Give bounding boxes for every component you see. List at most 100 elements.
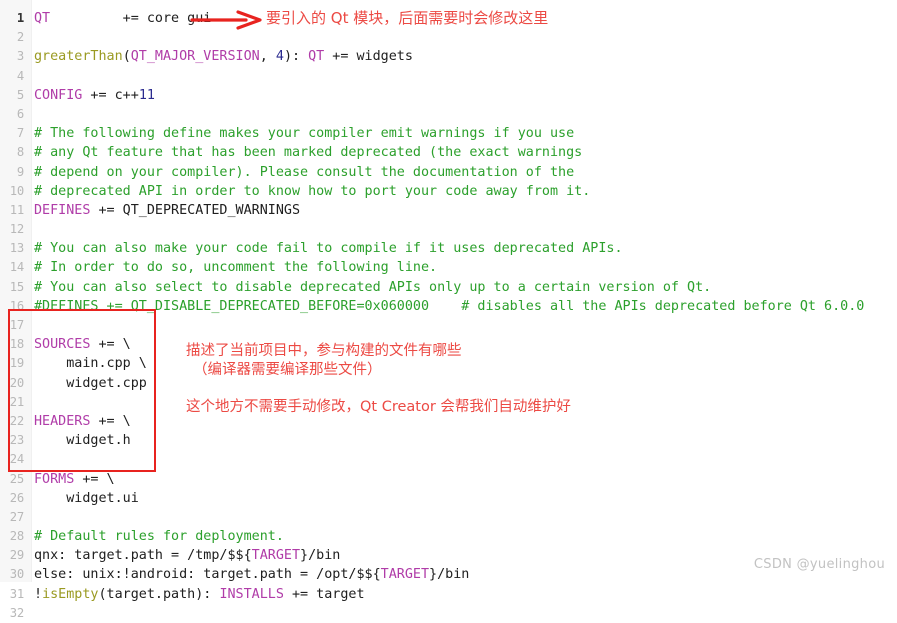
code-token: QT_MAJOR_VERSION [130, 49, 260, 65]
annotation-sources-desc-3: 这个地方不需要手动修改，Qt Creator 会帮我们自动维护好 [186, 399, 571, 415]
code-token: += widgets [324, 49, 413, 65]
code-text[interactable]: widget.cpp [34, 374, 147, 393]
code-text[interactable]: # any Qt feature that has been marked de… [34, 143, 582, 162]
code-text[interactable]: # The following define makes your compil… [34, 124, 574, 143]
code-text[interactable]: !isEmpty(target.path): INSTALLS += targe… [34, 585, 365, 604]
code-text[interactable]: qnx: target.path = /tmp/$${TARGET}/bin [34, 546, 340, 565]
code-line[interactable]: 6 [0, 105, 897, 124]
code-line[interactable]: 16 #DEFINES += QT_DISABLE_DEPRECATED_BEFO… [0, 297, 897, 316]
line-number: 27 [9, 509, 24, 524]
code-text[interactable]: widget.ui [34, 489, 139, 508]
code-line[interactable]: 26 widget.ui [0, 489, 897, 508]
code-token: SOURCES [34, 337, 91, 353]
code-text[interactable]: # Default rules for deployment. [34, 527, 284, 546]
code-line[interactable]: 12 [0, 220, 897, 239]
code-token: QT [34, 11, 51, 26]
line-number: 2 [16, 30, 24, 45]
code-token: # In order to do so, uncomment the follo… [34, 260, 438, 276]
code-line[interactable]: 8 # any Qt feature that has been marked d… [0, 143, 897, 162]
line-number: 14 [9, 260, 24, 275]
code-token: TARGET [251, 548, 301, 564]
line-number: 28 [9, 529, 24, 544]
code-token: # You can also select to disable depreca… [34, 279, 712, 295]
code-text[interactable]: greaterThan(QT_MAJOR_VERSION, 4): QT += … [34, 47, 413, 66]
code-line[interactable]: 3 greaterThan(QT_MAJOR_VERSION, 4): QT +=… [0, 47, 897, 66]
line-number: 25 [9, 471, 24, 486]
code-line[interactable]: 32 [0, 604, 897, 623]
code-text[interactable]: main.cpp \ [34, 354, 147, 373]
code-line[interactable]: 24 [0, 450, 897, 469]
code-token: ! [34, 586, 43, 602]
code-token: (target.path): [98, 586, 220, 602]
code-token: INSTALLS [219, 586, 284, 602]
code-token: # You can also make your code fail to co… [34, 241, 623, 257]
code-line[interactable]: 15 # You can also select to disable depre… [0, 278, 897, 297]
code-line[interactable]: 17 [0, 316, 897, 335]
code-token: # The following define makes your compil… [34, 126, 575, 142]
code-line[interactable]: 28 # Default rules for deployment. [0, 527, 897, 546]
line-number: 29 [9, 548, 24, 563]
code-token: #DEFINES += QT_DISABLE_DEPRECATED_BEFORE… [34, 298, 865, 314]
code-text[interactable]: # In order to do so, uncomment the follo… [34, 258, 437, 277]
line-number: 21 [9, 394, 24, 409]
code-text[interactable]: HEADERS += \ [34, 412, 131, 431]
code-token: widget.ui [34, 490, 139, 506]
code-lines-container[interactable]: 1 QT += core gui 2 3 greaterThan(QT_MAJOR_VE… [0, 9, 897, 623]
code-text[interactable]: # You can also make your code fail to co… [34, 239, 623, 258]
code-token: widget.h [34, 433, 131, 449]
code-text[interactable]: FORMS += \ [34, 470, 115, 489]
line-number: 1 [16, 11, 24, 25]
code-token: }/bin [429, 567, 470, 583]
code-text[interactable]: #DEFINES += QT_DISABLE_DEPRECATED_BEFORE… [34, 297, 864, 316]
code-line[interactable]: 20 widget.cpp [0, 374, 897, 393]
code-text[interactable]: widget.h [34, 431, 131, 450]
csdn-watermark: CSDN @yuelinghou [753, 557, 885, 572]
code-line[interactable]: 27 [0, 508, 897, 527]
line-number: 26 [9, 490, 24, 505]
code-line[interactable]: 7 # The following define makes your compi… [0, 124, 897, 143]
line-number: 7 [16, 126, 24, 141]
code-token: HEADERS [34, 413, 91, 429]
code-line[interactable]: 11 DEFINES += QT_DEPRECATED_WARNINGS [0, 201, 897, 220]
code-text[interactable]: QT += core gui [34, 9, 211, 28]
code-token: # depend on your compiler). Please consu… [34, 164, 575, 180]
code-token: CONFIG [34, 87, 83, 103]
code-editor[interactable]: 1 QT += core gui 2 3 greaterThan(QT_MAJOR_VE… [0, 0, 897, 620]
line-number: 22 [9, 413, 24, 428]
code-token: += c++ [82, 87, 139, 103]
line-number: 6 [16, 106, 24, 121]
code-token: ): [283, 49, 309, 65]
code-line[interactable]: 2 [0, 28, 897, 47]
code-token: += target [283, 586, 365, 602]
code-line[interactable]: 9 # depend on your compiler). Please cons… [0, 163, 897, 182]
code-text[interactable]: # depend on your compiler). Please consu… [34, 163, 574, 182]
line-number: 8 [16, 145, 24, 160]
code-line[interactable]: 4 [0, 67, 897, 86]
code-token: else: unix:!android: target.path = /opt/… [34, 567, 381, 583]
line-number: 15 [9, 279, 24, 294]
code-text[interactable]: # deprecated API in order to know how to… [34, 182, 590, 201]
code-text[interactable]: CONFIG += c++11 [34, 86, 155, 105]
code-token: }/bin [300, 548, 341, 564]
code-token: # Default rules for deployment. [34, 529, 284, 545]
code-text[interactable]: SOURCES += \ [34, 335, 131, 354]
line-number: 20 [9, 375, 24, 390]
code-line[interactable]: 13 # You can also make your code fail to … [0, 239, 897, 258]
code-line[interactable]: 10 # deprecated API in order to know how … [0, 182, 897, 201]
code-text[interactable]: DEFINES += QT_DEPRECATED_WARNINGS [34, 201, 300, 220]
code-line[interactable]: 14 # In order to do so, uncomment the fol… [0, 258, 897, 277]
line-number: 24 [9, 452, 24, 467]
code-token: # deprecated API in order to know how to… [34, 183, 591, 199]
code-line[interactable]: 31 !isEmpty(target.path): INSTALLS += tar… [0, 585, 897, 604]
code-token: += \ [90, 337, 131, 353]
line-number: 4 [16, 68, 24, 83]
code-line[interactable]: 25 FORMS += \ [0, 470, 897, 489]
code-token: 4 [275, 49, 284, 65]
code-line[interactable]: 23 widget.h [0, 431, 897, 450]
code-token: main.cpp \ [34, 356, 147, 372]
line-number: 18 [9, 337, 24, 352]
code-token: # any Qt feature that has been marked de… [34, 145, 583, 161]
code-text[interactable]: # You can also select to disable depreca… [34, 278, 711, 297]
line-number: 23 [9, 433, 24, 448]
code-line[interactable]: 5 CONFIG += c++11 [0, 86, 897, 105]
